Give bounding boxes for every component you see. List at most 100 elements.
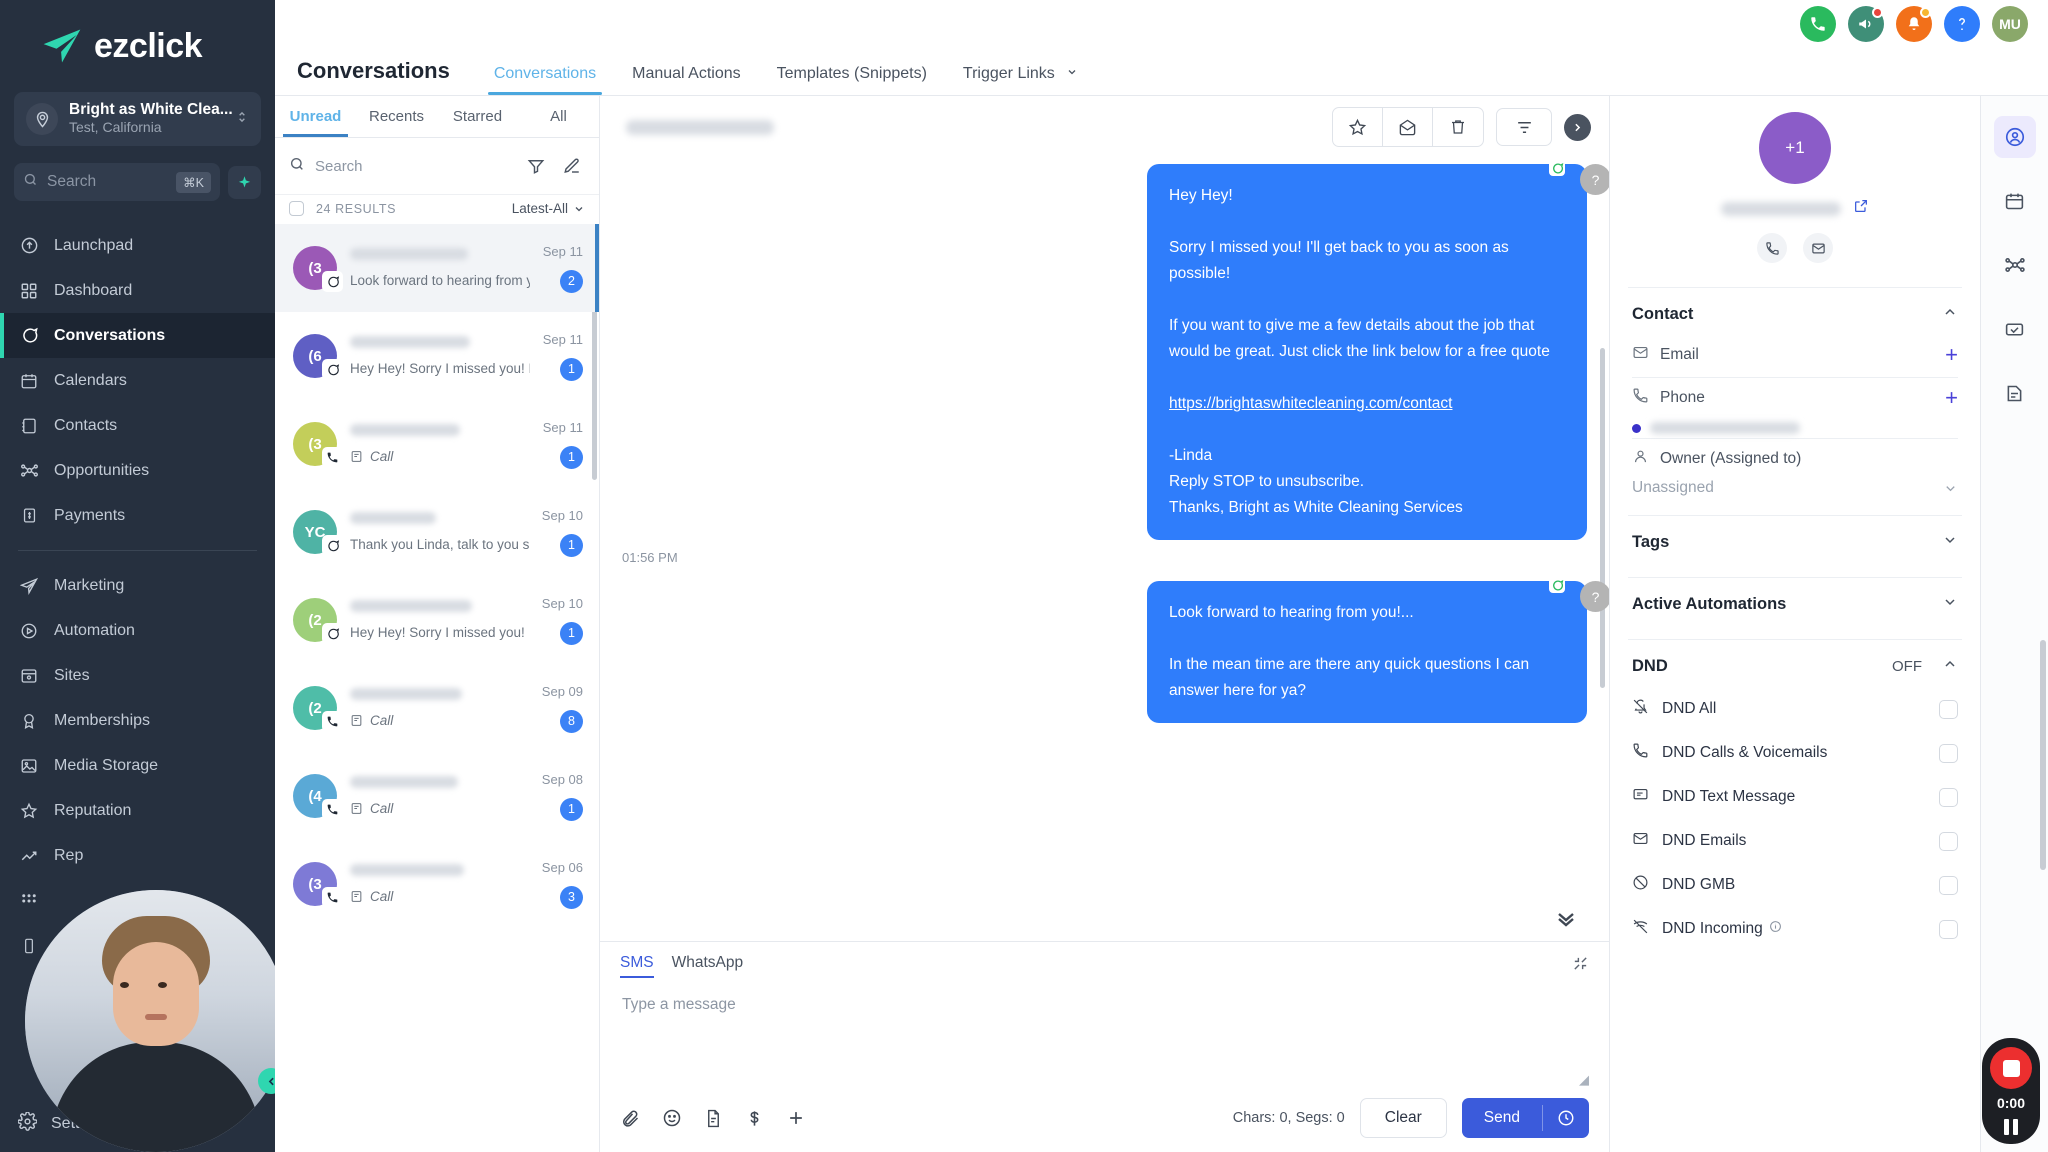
dnd-emails-checkbox[interactable]	[1939, 831, 1958, 851]
dnd-calls-checkbox[interactable]	[1939, 743, 1958, 763]
sort-selector[interactable]: Latest-All	[512, 201, 585, 216]
filter-icon[interactable]	[1496, 108, 1552, 146]
sidebar-item-marketing[interactable]: Marketing	[0, 563, 275, 608]
sidebar-item-memberships[interactable]: Memberships	[0, 698, 275, 743]
payment-icon[interactable]	[745, 1109, 764, 1128]
tab-conversations[interactable]: Conversations	[476, 65, 614, 95]
dnd-all-row[interactable]: DND All	[1610, 687, 1980, 731]
compose-icon[interactable]	[559, 153, 585, 179]
sidebar-item-automation[interactable]: Automation	[0, 608, 275, 653]
trash-icon[interactable]	[1433, 108, 1483, 146]
conversation-item[interactable]: YC Thank you Linda, talk to you soo Sep …	[275, 488, 599, 576]
select-all-checkbox[interactable]	[289, 201, 304, 216]
collapse-composer-icon[interactable]	[1572, 955, 1589, 977]
open-contact-icon[interactable]	[1853, 198, 1869, 219]
filter-recents[interactable]: Recents	[356, 96, 437, 137]
dnd-emails-row[interactable]: DND Emails	[1610, 819, 1980, 863]
documents-rail-icon[interactable]	[1994, 372, 2036, 414]
pause-recording-button[interactable]	[2004, 1117, 2018, 1135]
opportunity-rail-icon[interactable]	[1994, 244, 2036, 286]
filter-starred[interactable]: Starred	[437, 96, 518, 137]
sidebar-item-reporting[interactable]: Rep	[0, 833, 275, 878]
add-email-icon[interactable]: +	[1945, 344, 1958, 366]
message-textarea[interactable]: Type a message ◢	[620, 978, 1589, 1090]
sidebar-label: Launchpad	[54, 236, 134, 254]
composer-tab-sms[interactable]: SMS	[620, 954, 654, 978]
filter-icon[interactable]	[523, 153, 549, 179]
dnd-gmb-checkbox[interactable]	[1939, 875, 1958, 895]
help-icon[interactable]	[1944, 6, 1980, 42]
scroll-to-bottom-icon[interactable]	[1551, 903, 1581, 933]
conversation-item[interactable]: (3 Call Sep 06 3	[275, 840, 599, 928]
conversation-item[interactable]: (2 Call Sep 09 8	[275, 664, 599, 752]
sidebar-item-sites[interactable]: Sites	[0, 653, 275, 698]
chevron-right-icon[interactable]	[1564, 113, 1591, 141]
tab-manual-actions[interactable]: Manual Actions	[614, 65, 759, 95]
conversation-scroll[interactable]: (3 Look forward to hearing from yc Sep 1…	[275, 224, 599, 1152]
clear-button[interactable]: Clear	[1359, 1098, 1447, 1138]
brand-logo[interactable]: ezclick	[0, 0, 275, 88]
filter-all[interactable]: All	[518, 96, 599, 137]
message-link[interactable]: https://brightaswhitecleaning.com/contac…	[1169, 395, 1452, 412]
attachment-icon[interactable]	[620, 1108, 640, 1128]
plus-icon[interactable]	[786, 1108, 806, 1128]
phone-icon[interactable]	[1800, 6, 1836, 42]
sidebar-item-dashboard[interactable]: Dashboard	[0, 268, 275, 313]
snippet-icon[interactable]	[704, 1109, 723, 1128]
calendar-rail-icon[interactable]	[1994, 180, 2036, 222]
envelope-icon[interactable]	[1803, 233, 1833, 263]
avatar[interactable]: MU	[1992, 6, 2028, 42]
sidebar-item-payments[interactable]: Payments	[0, 493, 275, 538]
send-button[interactable]: Send	[1461, 1098, 1589, 1138]
owner-select[interactable]: Unassigned	[1610, 479, 1980, 501]
envelope-icon[interactable]	[1383, 108, 1433, 146]
add-phone-icon[interactable]: +	[1945, 387, 1958, 409]
dnd-gmb-row[interactable]: DND GMB	[1610, 863, 1980, 907]
resize-handle[interactable]: ◢	[1579, 1072, 1589, 1088]
sidebar-item-opportunities[interactable]: Opportunities	[0, 448, 275, 493]
dnd-incoming-checkbox[interactable]	[1939, 919, 1958, 939]
conversation-item[interactable]: (3 Call Sep 11 1	[275, 400, 599, 488]
stop-recording-button[interactable]	[1990, 1047, 2032, 1089]
conversation-item[interactable]: (4 Call Sep 08 1	[275, 752, 599, 840]
dnd-calls-row[interactable]: DND Calls & Voicemails	[1610, 731, 1980, 775]
field-email[interactable]: Email +	[1610, 335, 1980, 375]
tab-trigger-links[interactable]: Trigger Links	[945, 65, 1096, 95]
search-input[interactable]: Search ⌘K	[14, 163, 220, 201]
location-switcher[interactable]: Bright as White Clea... Test, California	[14, 92, 261, 146]
dnd-text-row[interactable]: DND Text Message	[1610, 775, 1980, 819]
sidebar-item-media-storage[interactable]: Media Storage	[0, 743, 275, 788]
conversation-item[interactable]: (6 Hey Hey! Sorry I missed you! I'll Sep…	[275, 312, 599, 400]
sidebar-item-calendars[interactable]: Calendars	[0, 358, 275, 403]
conversation-item[interactable]: (2 Hey Hey! Sorry I missed you! I'll Sep…	[275, 576, 599, 664]
bell-icon[interactable]	[1896, 6, 1932, 42]
tab-templates[interactable]: Templates (Snippets)	[759, 65, 945, 95]
list-search-input[interactable]: Search	[289, 148, 513, 184]
emoji-icon[interactable]	[662, 1108, 682, 1128]
schedule-send-icon[interactable]	[1543, 1109, 1589, 1127]
sidebar-item-contacts[interactable]: Contacts	[0, 403, 275, 448]
filter-unread[interactable]: Unread	[275, 96, 356, 137]
tasks-rail-icon[interactable]	[1994, 308, 2036, 350]
contact-rail-icon[interactable]	[1993, 116, 2036, 158]
dnd-incoming-row[interactable]: DND Incoming	[1610, 907, 1980, 951]
field-phone[interactable]: Phone +	[1610, 378, 1980, 418]
conversation-item[interactable]: (3 Look forward to hearing from yc Sep 1…	[275, 224, 599, 312]
thread-scrollbar[interactable]	[1600, 348, 1605, 688]
phone-icon[interactable]	[1757, 233, 1787, 263]
star-icon[interactable]	[1333, 108, 1383, 146]
section-dnd-header[interactable]: DND OFF	[1610, 640, 1980, 687]
dnd-text-checkbox[interactable]	[1939, 787, 1958, 807]
sidebar-item-launchpad[interactable]: Launchpad	[0, 223, 275, 268]
dnd-all-checkbox[interactable]	[1939, 699, 1958, 719]
ai-spark-button[interactable]	[228, 165, 261, 199]
messages-container[interactable]: Hey Hey! Sorry I missed you! I'll get ba…	[600, 158, 1609, 941]
info-icon[interactable]	[1769, 920, 1782, 938]
sidebar-item-reputation[interactable]: Reputation	[0, 788, 275, 833]
sidebar-item-conversations[interactable]: Conversations	[0, 313, 275, 358]
section-contact-header[interactable]: Contact	[1610, 288, 1980, 335]
megaphone-icon[interactable]	[1848, 6, 1884, 42]
section-automations-header[interactable]: Active Automations	[1610, 578, 1980, 625]
section-tags-header[interactable]: Tags	[1610, 516, 1980, 563]
composer-tab-whatsapp[interactable]: WhatsApp	[672, 954, 744, 978]
